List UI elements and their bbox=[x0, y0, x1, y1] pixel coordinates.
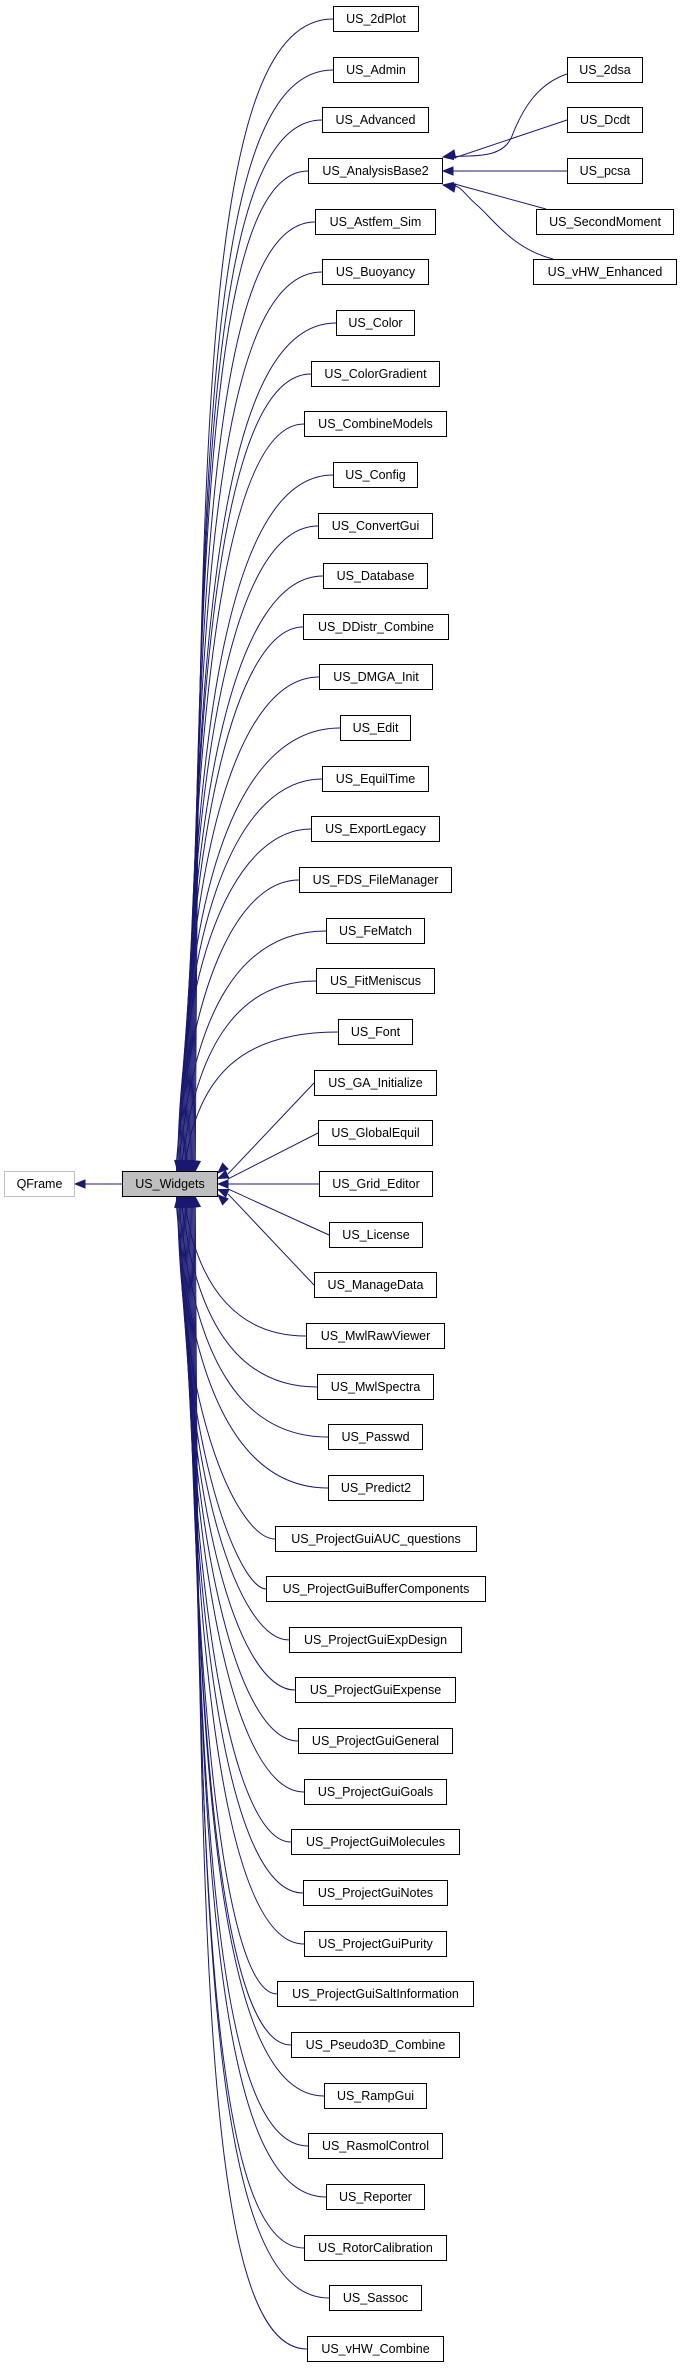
node-us-projectguisaltinformation[interactable]: US_ProjectGuiSaltInformation bbox=[277, 1981, 474, 2007]
inheritance-graph: QFrame US_Widgets US_2dPlot US_Admin US_Ad… bbox=[0, 0, 683, 2368]
node-us-2dplot[interactable]: US_2dPlot bbox=[333, 6, 419, 32]
edge-us-vhw-combine-to-us-widgets bbox=[194, 1206, 308, 2350]
edge-us-mwlrawviewer-to-us-widgets bbox=[184, 1206, 307, 1337]
node-us-astfem-sim[interactable]: US_Astfem_Sim bbox=[315, 209, 436, 235]
node-us-ga-initialize[interactable]: US_GA_Initialize bbox=[314, 1070, 437, 1096]
node-us-analysisbase2[interactable]: US_AnalysisBase2 bbox=[308, 158, 443, 184]
node-us-reporter[interactable]: US_Reporter bbox=[326, 2184, 425, 2210]
node-us-vhw-enhanced[interactable]: US_vHW_Enhanced bbox=[533, 259, 677, 285]
edge-us-2dplot-to-us-widgets bbox=[194, 18, 334, 1161]
node-us-buoyancy[interactable]: US_Buoyancy bbox=[322, 259, 429, 285]
node-us-rampgui[interactable]: US_RampGui bbox=[324, 2083, 427, 2109]
edge-us-projectguimolecules-to-us-widgets bbox=[183, 1206, 292, 1843]
edge-us-color-to-us-widgets bbox=[188, 322, 337, 1161]
node-us-font[interactable]: US_Font bbox=[338, 1019, 413, 1045]
edge-us-buoyancy-to-us-widgets bbox=[189, 271, 323, 1161]
node-us-dcdt[interactable]: US_Dcdt bbox=[567, 107, 643, 133]
arrowhead-qframe bbox=[73, 1179, 86, 1189]
edge-us-edit-to-us-widgets bbox=[179, 727, 341, 1161]
node-us-color[interactable]: US_Color bbox=[336, 310, 415, 336]
edge-us-passwd-to-us-widgets bbox=[179, 1206, 329, 1438]
node-us-ddistr-combine[interactable]: US_DDistr_Combine bbox=[303, 614, 449, 640]
node-us-projectguiexpdesign[interactable]: US_ProjectGuiExpDesign bbox=[289, 1627, 462, 1653]
node-us-rasmolcontrol[interactable]: US_RasmolControl bbox=[308, 2133, 443, 2159]
node-us-projectguiauc-questions[interactable]: US_ProjectGuiAUC_questions bbox=[275, 1526, 477, 1552]
arrowhead-us-ga-initialize bbox=[217, 1162, 229, 1174]
node-us-exportlegacy[interactable]: US_ExportLegacy bbox=[311, 816, 440, 842]
node-us-edit[interactable]: US_Edit bbox=[340, 715, 411, 741]
node-us-projectguigoals[interactable]: US_ProjectGuiGoals bbox=[304, 1779, 447, 1805]
node-us-fitmeniscus[interactable]: US_FitMeniscus bbox=[316, 968, 435, 994]
node-us-secondmoment[interactable]: US_SecondMoment bbox=[536, 209, 674, 235]
node-us-admin[interactable]: US_Admin bbox=[333, 57, 419, 83]
node-us-projectguiexpense[interactable]: US_ProjectGuiExpense bbox=[295, 1677, 456, 1703]
node-us-vhw-combine[interactable]: US_vHW_Combine bbox=[307, 2336, 444, 2362]
node-us-pcsa[interactable]: US_pcsa bbox=[567, 158, 643, 184]
node-qframe[interactable]: QFrame bbox=[4, 1170, 75, 1197]
node-us-advanced[interactable]: US_Advanced bbox=[322, 107, 429, 133]
edge-us-rotorcalibration-to-us-widgets bbox=[192, 1206, 305, 2249]
edge-us-managedata-to-us-widgets bbox=[227, 1193, 315, 1286]
edge-us-font-to-us-widgets bbox=[184, 1031, 339, 1162]
edge-us-fitmeniscus-to-us-widgets bbox=[181, 980, 317, 1162]
node-us-sassoc[interactable]: US_Sassoc bbox=[329, 2285, 422, 2311]
node-us-rotorcalibration[interactable]: US_RotorCalibration bbox=[304, 2235, 447, 2261]
node-us-fematch[interactable]: US_FeMatch bbox=[326, 918, 425, 944]
edge-us-globalequil-to-us-widgets bbox=[227, 1132, 319, 1180]
edge-us-analysisbase2-to-us-widgets bbox=[191, 170, 309, 1161]
edge-us-mwlspectra-to-us-widgets bbox=[181, 1206, 318, 1388]
node-us-projectguipurity[interactable]: US_ProjectGuiPurity bbox=[304, 1931, 447, 1957]
edge-us-license-to-us-widgets bbox=[227, 1188, 330, 1236]
edge-us-2dsa-to-us-analysisbase2 bbox=[452, 73, 568, 158]
node-us-projectguinotes[interactable]: US_ProjectGuiNotes bbox=[303, 1880, 448, 1906]
edge-us-astfem-sim-to-us-widgets bbox=[190, 221, 316, 1161]
arrowhead-us-grid-editor bbox=[216, 1179, 229, 1189]
edge-us-ga-initialize-to-us-widgets bbox=[227, 1082, 315, 1175]
node-us-convertgui[interactable]: US_ConvertGui bbox=[318, 513, 433, 539]
node-us-dmga-init[interactable]: US_DMGA_Init bbox=[319, 664, 433, 690]
arrowhead-us-managedata bbox=[217, 1194, 229, 1206]
node-us-colorgradient[interactable]: US_ColorGradient bbox=[311, 361, 440, 387]
node-us-widgets[interactable]: US_Widgets bbox=[122, 1170, 218, 1197]
node-us-database[interactable]: US_Database bbox=[323, 563, 428, 589]
node-us-pseudo3d-combine[interactable]: US_Pseudo3D_Combine bbox=[291, 2032, 460, 2058]
node-us-fds-filemanager[interactable]: US_FDS_FileManager bbox=[299, 867, 452, 893]
node-us-passwd[interactable]: US_Passwd bbox=[328, 1424, 423, 1450]
edge-us-dcdt-to-us-analysisbase2 bbox=[450, 119, 568, 160]
arrowhead-us-vhw-enhanced bbox=[443, 183, 457, 193]
node-us-2dsa[interactable]: US_2dsa bbox=[567, 57, 643, 83]
node-us-mwlrawviewer[interactable]: US_MwlRawViewer bbox=[306, 1323, 445, 1349]
arrowhead-us-pcsa bbox=[441, 166, 454, 176]
node-us-projectguibuffercomponents[interactable]: US_ProjectGuiBufferComponents bbox=[266, 1576, 486, 1602]
node-us-mwlspectra[interactable]: US_MwlSpectra bbox=[317, 1374, 434, 1400]
node-us-config[interactable]: US_Config bbox=[333, 462, 418, 488]
node-us-equiltime[interactable]: US_EquilTime bbox=[322, 766, 429, 792]
node-us-managedata[interactable]: US_ManageData bbox=[314, 1272, 437, 1298]
node-us-globalequil[interactable]: US_GlobalEquil bbox=[318, 1120, 433, 1146]
node-us-license[interactable]: US_License bbox=[329, 1222, 423, 1248]
arrowhead-us-dcdt bbox=[441, 150, 455, 161]
node-us-predict2[interactable]: US_Predict2 bbox=[328, 1475, 424, 1501]
node-us-combinemodels[interactable]: US_CombineModels bbox=[304, 411, 447, 437]
node-us-grid-editor[interactable]: US_Grid_Editor bbox=[319, 1171, 433, 1197]
edge-us-secondmoment-to-us-analysisbase2 bbox=[450, 182, 547, 210]
node-us-projectguimolecules[interactable]: US_ProjectGuiMolecules bbox=[291, 1829, 460, 1855]
node-us-projectguigeneral[interactable]: US_ProjectGuiGeneral bbox=[298, 1728, 453, 1754]
